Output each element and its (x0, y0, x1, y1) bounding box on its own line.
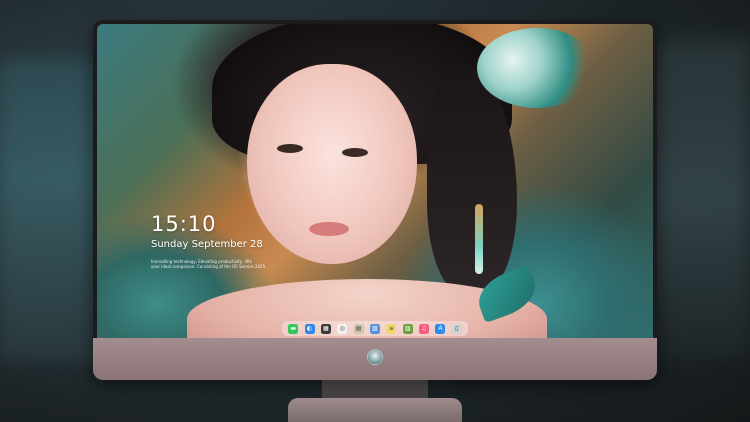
lock-motto: Innovating technology, Elevating product… (151, 259, 271, 269)
notes-icon[interactable]: ≡ (386, 323, 397, 334)
finder-icon[interactable]: ◐ (304, 323, 315, 334)
wallpaper-hair-flower (477, 28, 597, 108)
lock-date: Sunday September 28 (151, 239, 263, 250)
preview-icon[interactable]: ▥ (402, 323, 413, 334)
monitor-logo-icon (367, 349, 383, 365)
motto-line-2: your ideal companion: Consisting of the … (151, 264, 266, 269)
wallpaper-right-eye (342, 148, 368, 157)
message-bubble-icon[interactable]: ▬ (288, 323, 299, 334)
wallpaper-lips (309, 222, 349, 236)
wallpaper-left-eye (277, 144, 303, 153)
compass-icon[interactable]: ◎ (337, 323, 348, 334)
launchpad-grid-icon[interactable]: ▦ (320, 323, 331, 334)
clapperboard-icon[interactable]: ▧ (369, 323, 380, 334)
monitor-stand-base (288, 398, 462, 422)
dock: ▬ ◐ ▦ ◎ ▤ ▧ ≡ ▥ ♫ A ▯ (282, 321, 468, 336)
lock-clock: 15:10 (151, 212, 217, 236)
monitor-chin (93, 338, 657, 380)
monitor: 15:10 Sunday September 28 Innovating tec… (93, 20, 657, 380)
photo-frame-icon[interactable]: ▤ (353, 323, 364, 334)
wallpaper-earring (475, 204, 483, 274)
trash-icon[interactable]: ▯ (451, 323, 462, 334)
music-note-icon[interactable]: ♫ (419, 323, 430, 334)
app-store-icon[interactable]: A (435, 323, 446, 334)
lock-screen: 15:10 Sunday September 28 Innovating tec… (97, 24, 653, 338)
